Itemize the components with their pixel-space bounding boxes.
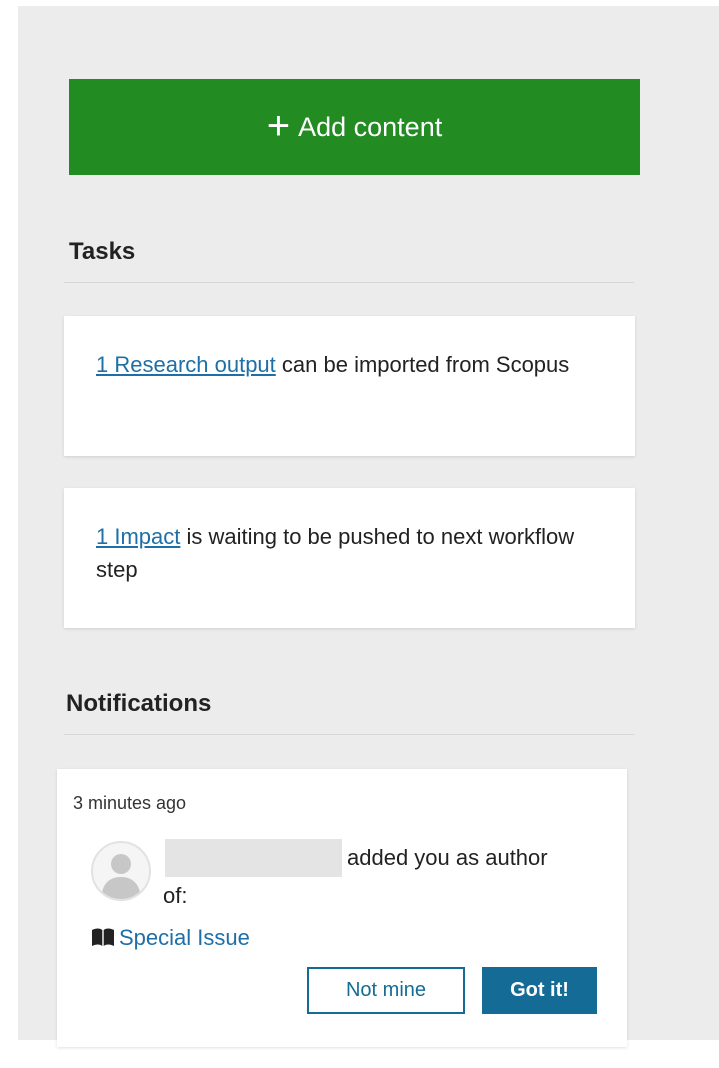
- user-avatar-icon: [91, 841, 151, 901]
- notification-card: 3 minutes ago added you as author of: Sp…: [57, 769, 627, 1047]
- task-text: 1 Impact is waiting to be pushed to next…: [96, 520, 596, 586]
- impact-link[interactable]: 1 Impact: [96, 524, 180, 549]
- tasks-heading: Tasks: [69, 238, 136, 265]
- task-card-research-output: 1 Research output can be imported from S…: [64, 316, 635, 456]
- book-icon: [92, 928, 114, 946]
- not-mine-button[interactable]: Not mine: [307, 967, 465, 1014]
- got-it-button[interactable]: Got it!: [482, 967, 597, 1014]
- notification-message-continued: of:: [163, 883, 188, 908]
- research-output-link[interactable]: 1 Research output: [96, 352, 276, 377]
- notifications-heading: Notifications: [66, 690, 212, 717]
- task-description: can be imported from Scopus: [281, 352, 570, 377]
- redacted-user-name: [165, 839, 342, 877]
- task-text: 1 Research output can be imported from S…: [96, 348, 596, 381]
- add-content-label: Add content: [298, 111, 443, 142]
- special-issue-link[interactable]: Special Issue: [119, 925, 250, 951]
- notification-message: added you as author: [347, 845, 548, 870]
- notification-timestamp: 3 minutes ago: [73, 793, 187, 813]
- plus-icon: +: [266, 104, 291, 148]
- tasks-divider: [64, 282, 634, 283]
- add-content-button[interactable]: + Add content: [69, 79, 640, 175]
- notifications-divider: [64, 734, 634, 735]
- task-card-impact: 1 Impact is waiting to be pushed to next…: [64, 488, 635, 628]
